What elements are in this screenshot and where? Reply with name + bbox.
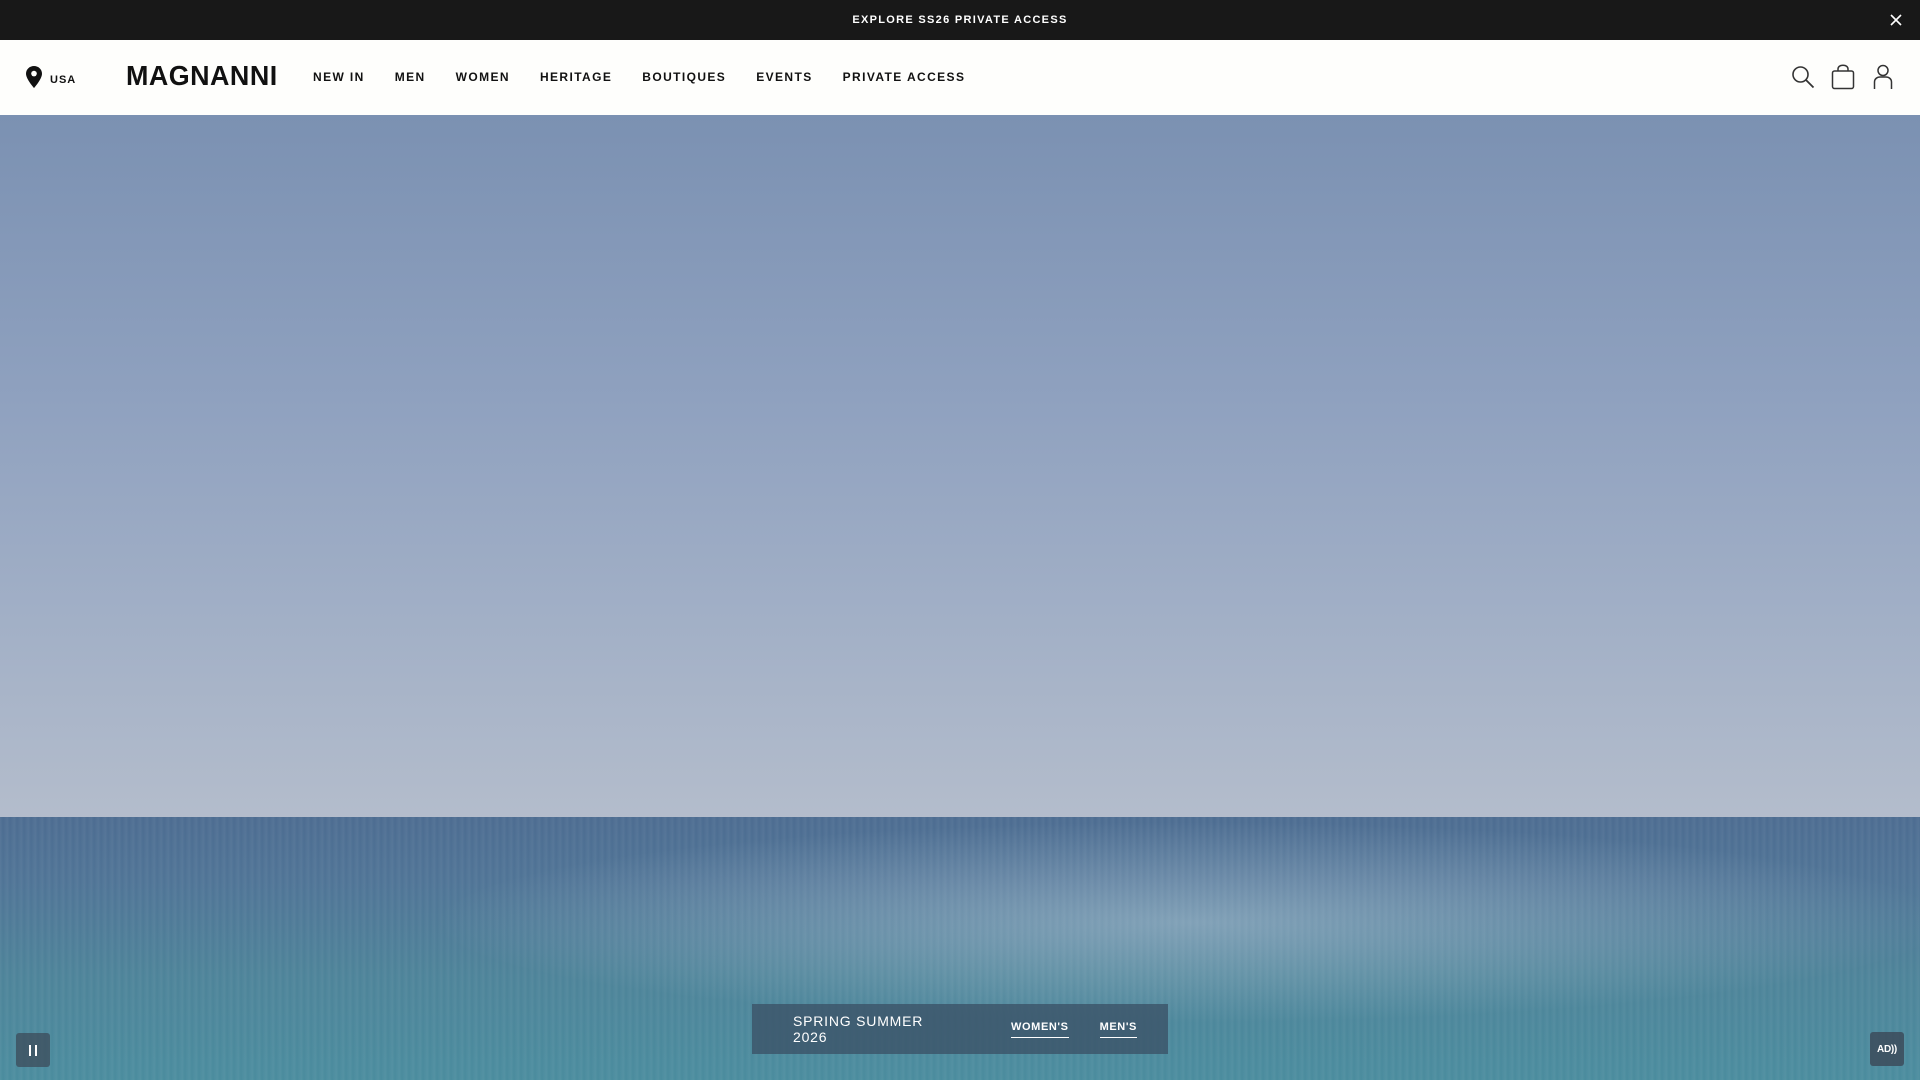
nav-new-in[interactable]: NEW IN: [313, 70, 365, 84]
shopping-bag-icon[interactable]: [1830, 62, 1856, 92]
location-selector[interactable]: USA: [26, 66, 76, 93]
location-label: USA: [50, 73, 77, 86]
collection-title: SPRING SUMMER 2026: [793, 1013, 924, 1045]
pause-icon: [29, 1044, 37, 1056]
header-actions: [1790, 62, 1896, 92]
main-nav: NEW IN MEN WOMEN HERITAGE BOUTIQUES EVEN…: [313, 70, 995, 84]
close-icon[interactable]: [1886, 10, 1906, 30]
womens-link[interactable]: WOMEN'S: [1011, 1021, 1069, 1038]
announcement-link[interactable]: EXPLORE SS26 PRIVATE ACCESS: [852, 14, 1067, 26]
nav-boutiques[interactable]: BOUTIQUES: [642, 70, 726, 84]
mens-link[interactable]: MEN'S: [1099, 1021, 1137, 1038]
nav-men[interactable]: MEN: [395, 70, 426, 84]
audio-description-button[interactable]: AD)): [1870, 1032, 1904, 1066]
announcement-bar: EXPLORE SS26 PRIVATE ACCESS: [0, 0, 1920, 40]
hero-video: [0, 115, 1920, 1080]
site-header: USA MAGNANNI NEW IN MEN WOMEN HERITAGE B…: [0, 40, 1920, 115]
map-pin-icon: [26, 66, 42, 93]
nav-women[interactable]: WOMEN: [456, 70, 510, 84]
nav-private-access[interactable]: PRIVATE ACCESS: [843, 70, 966, 84]
collection-bar: SPRING SUMMER 2026 WOMEN'S MEN'S: [752, 1004, 1168, 1054]
account-icon[interactable]: [1870, 62, 1896, 92]
nav-events[interactable]: EVENTS: [756, 70, 812, 84]
brand-logo[interactable]: MAGNANNI: [126, 60, 278, 92]
pause-button[interactable]: [16, 1033, 50, 1067]
search-icon[interactable]: [1790, 62, 1816, 92]
hero-sky-image: [0, 115, 1920, 823]
nav-heritage[interactable]: HERITAGE: [540, 70, 612, 84]
